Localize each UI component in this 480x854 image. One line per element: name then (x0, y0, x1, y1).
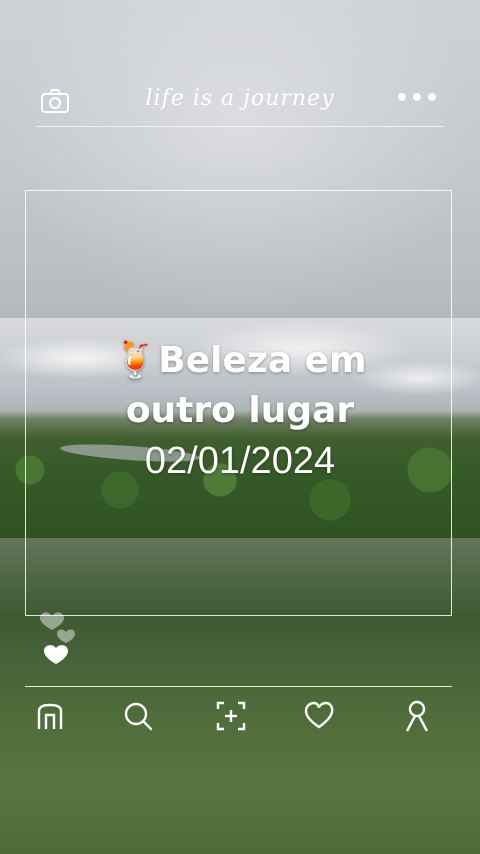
add-icon[interactable] (214, 699, 250, 735)
title-line1: Beleza em (158, 340, 367, 381)
cocktail-emoji: 🍹 (113, 340, 159, 381)
home-icon[interactable] (33, 699, 69, 735)
heart-icon (40, 612, 64, 630)
profile-icon[interactable] (400, 699, 436, 735)
post-date: 02/01/2024 (144, 440, 336, 482)
search-icon[interactable] (121, 699, 157, 735)
heart-icon (44, 645, 68, 664)
title-line2: outro lugar (125, 390, 355, 431)
hearts-reaction[interactable] (38, 608, 84, 668)
brand-text: life is a journey (145, 86, 335, 111)
post-caption: 🍹Beleza em outro lugar 02/01/2024 (0, 336, 480, 483)
more-icon[interactable]: ••• (395, 86, 440, 111)
top-bar: life is a journey ••• (36, 82, 444, 127)
heart-icon (57, 629, 75, 643)
post-title: 🍹Beleza em outro lugar (0, 336, 480, 436)
bottom-nav (25, 686, 452, 737)
heart-icon[interactable] (302, 699, 338, 735)
